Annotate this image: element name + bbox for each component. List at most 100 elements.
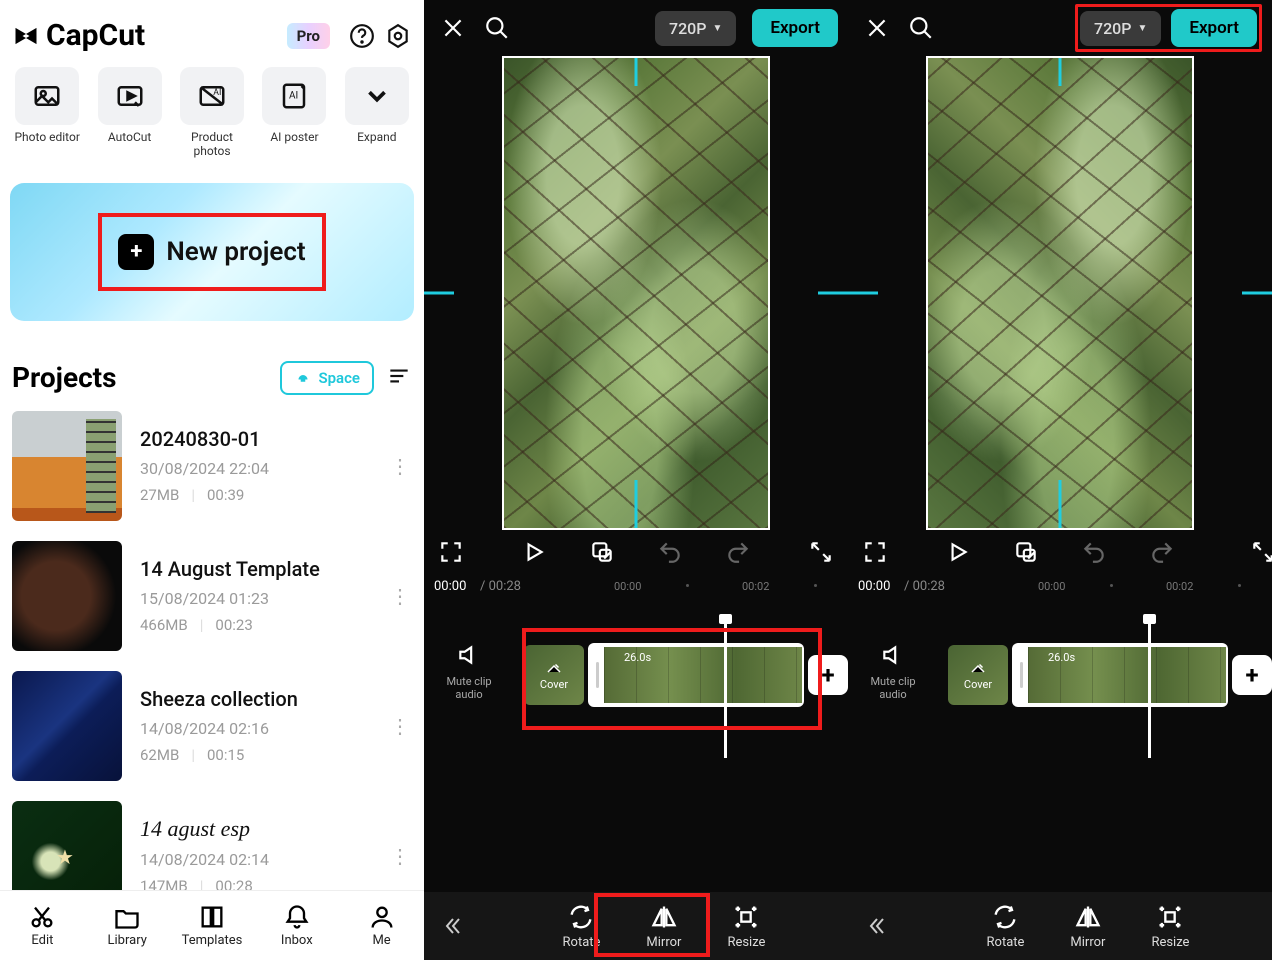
- tool-expand[interactable]: Expand: [340, 67, 414, 159]
- nav-me[interactable]: Me: [339, 891, 424, 960]
- tool-autocut[interactable]: AutoCut: [92, 67, 166, 159]
- playhead[interactable]: [1148, 616, 1151, 758]
- projects-title: Projects: [12, 361, 117, 394]
- pro-badge[interactable]: Pro: [287, 23, 330, 49]
- more-icon[interactable]: ⋮: [388, 454, 412, 478]
- capcut-home: CapCut Pro Photo editor AutoCut AI Produ…: [0, 0, 424, 960]
- nav-templates[interactable]: Templates: [170, 891, 255, 960]
- projects-list: 20240830-01 30/08/2024 22:04 27MB|00:39 …: [0, 401, 424, 890]
- project-thumbnail: [12, 671, 122, 781]
- video-canvas[interactable]: [502, 56, 770, 530]
- settings-icon[interactable]: [384, 22, 412, 50]
- guide-v: [635, 480, 638, 528]
- nav-library[interactable]: Library: [85, 891, 170, 960]
- play-icon[interactable]: [519, 537, 549, 567]
- tool-mirror[interactable]: Mirror: [1070, 903, 1105, 950]
- sort-icon[interactable]: [386, 363, 412, 393]
- editor-panel-1: 720P▼ Export 00:00 / 00:28 00:00 00:02 M…: [424, 0, 848, 960]
- main-clip[interactable]: 26.0s: [1012, 643, 1228, 707]
- highlight-box: [522, 628, 822, 730]
- tool-photo-editor[interactable]: Photo editor: [10, 67, 84, 159]
- help-icon[interactable]: [348, 22, 376, 50]
- close-icon[interactable]: [434, 9, 472, 47]
- mute-clip-audio[interactable]: Mute clip audio: [434, 642, 504, 701]
- mute-clip-audio[interactable]: Mute clip audio: [858, 642, 928, 701]
- trim-handle-left[interactable]: [1014, 647, 1028, 703]
- app-logo: CapCut: [12, 18, 145, 53]
- player-controls: [424, 530, 848, 574]
- editor-topbar: 720P▼ Export: [424, 0, 848, 56]
- tool-product-photos[interactable]: AI Product photos: [175, 67, 249, 159]
- projects-header: Projects Space: [0, 331, 424, 401]
- redo-icon[interactable]: [1147, 537, 1177, 567]
- redo-icon[interactable]: [723, 537, 753, 567]
- quick-tools: Photo editor AutoCut AI Product photos A…: [0, 61, 424, 165]
- home-header: CapCut Pro: [0, 0, 424, 61]
- editor-toolbar: Rotate Mirror Resize: [424, 892, 848, 960]
- guide-left: [424, 292, 454, 295]
- editor-panel-2: 720P▼ Export 00:00 / 00:28 00:00 00:02 M…: [848, 0, 1272, 960]
- play-icon[interactable]: [943, 537, 973, 567]
- capcut-icon: [12, 22, 40, 50]
- fullscreen-icon[interactable]: [860, 537, 890, 567]
- tool-ai-poster[interactable]: AI AI poster: [257, 67, 331, 159]
- expand-icon[interactable]: [1248, 537, 1278, 567]
- tool-resize[interactable]: Resize: [1151, 903, 1189, 950]
- project-item[interactable]: Sheeza collection 14/08/2024 02:16 62MB|…: [0, 661, 424, 791]
- project-thumbnail: [12, 801, 122, 890]
- layers-icon[interactable]: [587, 537, 617, 567]
- editor-topbar: 720P▼ Export: [848, 0, 1272, 56]
- export-button[interactable]: Export: [1171, 9, 1257, 47]
- preview-area: [848, 56, 1272, 530]
- search-icon[interactable]: [902, 9, 940, 47]
- guide-right: [818, 292, 848, 295]
- project-item[interactable]: 14 August Template 15/08/2024 01:23 466M…: [0, 531, 424, 661]
- resolution-dropdown[interactable]: 720P▼: [655, 11, 736, 46]
- video-track[interactable]: Cover 26.0s +: [948, 642, 1272, 708]
- timeline[interactable]: Mute clip audio Cover 26.0s +: [424, 598, 848, 778]
- add-clip-button[interactable]: +: [1232, 655, 1272, 695]
- layers-icon[interactable]: [1011, 537, 1041, 567]
- time-ruler: 00:00 / 00:28 00:00 00:02: [848, 574, 1272, 598]
- highlight-box: [594, 893, 710, 957]
- close-icon[interactable]: [858, 9, 896, 47]
- new-project-card[interactable]: + New project: [10, 183, 414, 321]
- nav-edit[interactable]: Edit: [0, 891, 85, 960]
- video-canvas[interactable]: [926, 56, 1194, 530]
- tool-resize[interactable]: Resize: [727, 903, 765, 950]
- app-name: CapCut: [46, 18, 145, 53]
- more-icon[interactable]: ⋮: [388, 584, 412, 608]
- highlight-box: [98, 213, 326, 291]
- tool-rotate[interactable]: Rotate: [987, 903, 1025, 950]
- bottom-nav: Edit Library Templates Inbox Me: [0, 890, 424, 960]
- fullscreen-icon[interactable]: [436, 537, 466, 567]
- svg-text:AI: AI: [213, 88, 221, 98]
- back-icon[interactable]: [848, 914, 904, 938]
- search-icon[interactable]: [478, 9, 516, 47]
- more-icon[interactable]: ⋮: [388, 714, 412, 738]
- svg-text:AI: AI: [289, 91, 298, 102]
- project-item[interactable]: 14 agust esp 14/08/2024 02:14 147MB|00:2…: [0, 791, 424, 890]
- project-thumbnail: [12, 411, 122, 521]
- space-button[interactable]: Space: [280, 361, 374, 395]
- cover-clip[interactable]: Cover: [948, 645, 1008, 705]
- more-icon[interactable]: ⋮: [388, 844, 412, 868]
- editor-toolbar: Rotate Mirror Resize: [848, 892, 1272, 960]
- time-ruler: 00:00 / 00:28 00:00 00:02: [424, 574, 848, 598]
- highlight-box: 720P▼ Export: [1075, 4, 1262, 52]
- guide-v: [635, 58, 638, 86]
- guide-v: [1059, 480, 1062, 528]
- export-button[interactable]: Export: [752, 9, 838, 47]
- guide-v: [1059, 58, 1062, 86]
- expand-icon[interactable]: [806, 537, 836, 567]
- project-item[interactable]: 20240830-01 30/08/2024 22:04 27MB|00:39 …: [0, 401, 424, 531]
- player-controls: [848, 530, 1272, 574]
- preview-area: [424, 56, 848, 530]
- nav-inbox[interactable]: Inbox: [254, 891, 339, 960]
- guide-right: [1242, 292, 1272, 295]
- undo-icon[interactable]: [1079, 537, 1109, 567]
- back-icon[interactable]: [424, 914, 480, 938]
- timeline[interactable]: Mute clip audio Cover 26.0s +: [848, 598, 1272, 778]
- undo-icon[interactable]: [655, 537, 685, 567]
- resolution-dropdown[interactable]: 720P▼: [1080, 11, 1161, 46]
